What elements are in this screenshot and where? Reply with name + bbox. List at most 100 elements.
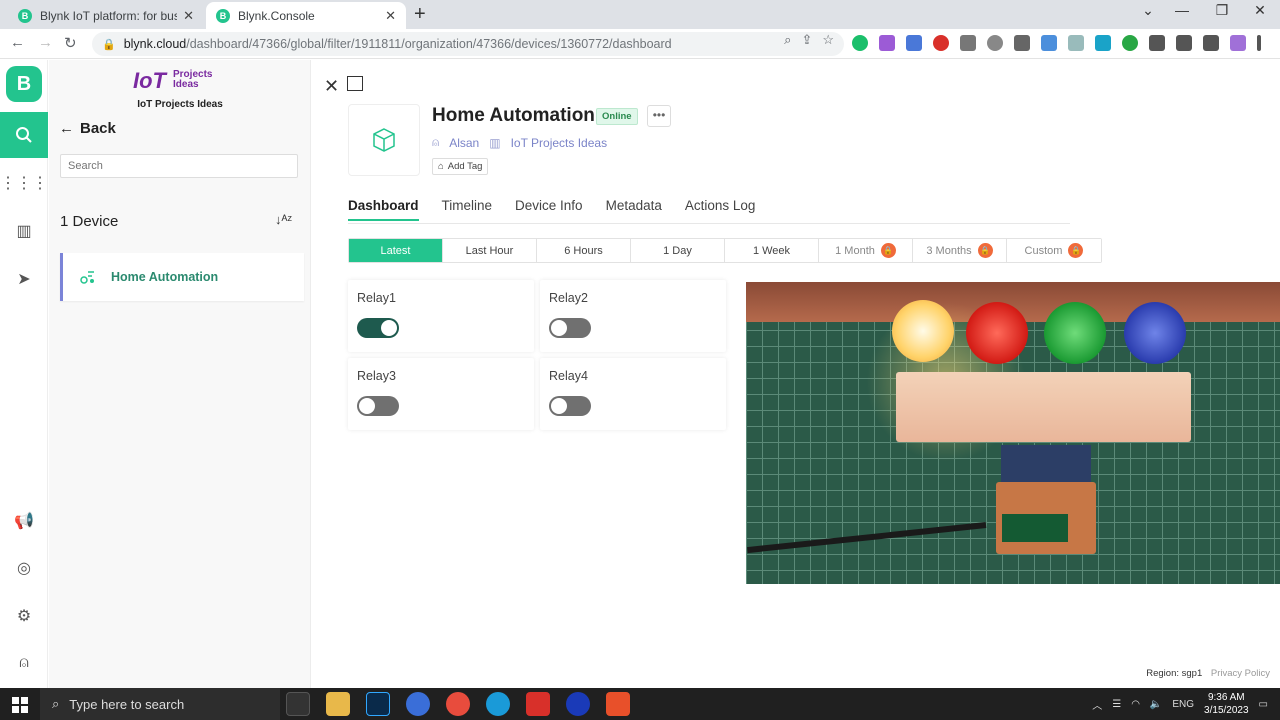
- edge-icon[interactable]: [486, 692, 510, 716]
- clock[interactable]: 9:36 AM 3/15/2023: [1204, 691, 1249, 717]
- back-button[interactable]: ← Back: [59, 120, 116, 137]
- globe-extension-icon[interactable]: [987, 35, 1003, 51]
- reload-icon[interactable]: ↻: [64, 34, 77, 52]
- send-icon[interactable]: ➤: [0, 269, 48, 289]
- share-icon[interactable]: ⇪: [801, 32, 812, 48]
- wifi-icon[interactable]: ◠: [1131, 699, 1140, 710]
- filezilla-icon[interactable]: [526, 692, 550, 716]
- extension-icon[interactable]: [960, 35, 976, 51]
- range-1-week[interactable]: 1 Week: [725, 239, 819, 262]
- chrome-icon[interactable]: [446, 692, 470, 716]
- tab-timeline[interactable]: Timeline: [442, 198, 493, 221]
- privacy-policy-link[interactable]: Privacy Policy: [1211, 668, 1270, 679]
- search-icon: ⌕: [52, 696, 60, 711]
- range-label: 1 Day: [663, 244, 692, 257]
- device-organization[interactable]: IoT Projects Ideas: [511, 136, 608, 150]
- chevron-up-icon[interactable]: ︿: [1092, 697, 1102, 712]
- url-host: blynk.cloud: [123, 37, 187, 51]
- switch-knob: [359, 398, 375, 414]
- file-explorer-icon[interactable]: [326, 692, 350, 716]
- maximize-icon[interactable]: ❐: [1202, 2, 1242, 19]
- download-icon[interactable]: [1176, 35, 1192, 51]
- bookmark-star-icon[interactable]: ☆: [822, 32, 834, 48]
- forward-arrow-icon[interactable]: →: [38, 34, 53, 51]
- device-meta: ⍝ Alsan ▥ IoT Projects Ideas: [432, 135, 607, 150]
- range-1-day[interactable]: 1 Day: [631, 239, 725, 262]
- screen-extension-icon[interactable]: [1014, 35, 1030, 51]
- device-dashboard: ✕ Home Automation Online ••• ⍝ Alsan ▥ I…: [312, 60, 1280, 688]
- search-nav-button[interactable]: [0, 112, 48, 158]
- browser-menu-icon[interactable]: [1257, 35, 1261, 51]
- relay3-switch[interactable]: [357, 396, 399, 416]
- sparkle-extension-icon[interactable]: [1230, 35, 1246, 51]
- megaphone-icon[interactable]: 📢: [0, 511, 48, 531]
- whatsapp-extension-icon[interactable]: [1122, 35, 1138, 51]
- new-tab-icon[interactable]: +: [414, 3, 426, 26]
- device-owner[interactable]: Alsan: [449, 136, 479, 150]
- range-custom[interactable]: Custom 🔒: [1007, 239, 1101, 262]
- translate-extension-icon[interactable]: [906, 35, 922, 51]
- range-label: 1 Month: [835, 244, 875, 257]
- lock-icon: 🔒: [880, 243, 896, 258]
- close-window-icon[interactable]: ✕: [1240, 2, 1280, 19]
- device-search-input[interactable]: [60, 154, 298, 178]
- user-profile-icon[interactable]: ⍝: [0, 654, 48, 672]
- range-6-hours[interactable]: 6 Hours: [537, 239, 631, 262]
- volume-icon[interactable]: 🔈: [1150, 699, 1162, 710]
- taskbar-apps: [286, 692, 630, 716]
- zoom-icon[interactable]: ⌕: [784, 32, 791, 48]
- language-indicator[interactable]: ENG: [1172, 699, 1194, 710]
- range-1-month[interactable]: 1 Month 🔒: [819, 239, 913, 262]
- range-latest[interactable]: Latest: [349, 239, 443, 262]
- taskbar-search[interactable]: ⌕ Type here to search: [40, 688, 280, 720]
- camtasia-icon[interactable]: [606, 692, 630, 716]
- tab-device-info[interactable]: Device Info: [515, 198, 583, 221]
- expand-icon[interactable]: [347, 76, 363, 91]
- blynk-logo-icon[interactable]: B: [6, 66, 42, 102]
- task-view-icon[interactable]: [286, 692, 310, 716]
- pen-extension-icon[interactable]: [879, 35, 895, 51]
- browser-tab-blynk-platform[interactable]: B Blynk IoT platform: for businesses ✕: [8, 2, 204, 29]
- switch-knob: [551, 320, 567, 336]
- windows-start-icon[interactable]: [12, 697, 28, 713]
- close-tab-icon[interactable]: ✕: [385, 8, 396, 24]
- adblock-extension-icon[interactable]: [933, 35, 949, 51]
- copy-extension-icon[interactable]: [1095, 35, 1111, 51]
- address-bar[interactable]: 🔒 blynk.cloud/dashboard/47366/global/fil…: [92, 32, 844, 56]
- sort-icon[interactable]: ↓ᴬᶻ: [275, 212, 292, 227]
- building-icon[interactable]: ▥: [0, 221, 48, 241]
- tab-metadata[interactable]: Metadata: [606, 198, 662, 221]
- range-last-hour[interactable]: Last Hour: [443, 239, 537, 262]
- back-arrow-icon[interactable]: ←: [10, 34, 25, 51]
- settings-gear-icon[interactable]: ⚙: [0, 606, 48, 626]
- grammarly-extension-icon[interactable]: [852, 35, 868, 51]
- more-options-button[interactable]: •••: [647, 105, 671, 127]
- minimize-icon[interactable]: —: [1162, 2, 1202, 18]
- check-extension-icon[interactable]: [1068, 35, 1084, 51]
- relay2-switch[interactable]: [549, 318, 591, 338]
- puzzle-extensions-icon[interactable]: [1149, 35, 1165, 51]
- vpn-icon[interactable]: [566, 692, 590, 716]
- close-tab-icon[interactable]: ✕: [183, 8, 194, 24]
- app-icon[interactable]: [406, 692, 430, 716]
- add-tag-button[interactable]: ⌂ Add Tag: [432, 158, 489, 175]
- network-icon[interactable]: ☰: [1112, 699, 1121, 710]
- widget-label: Relay4: [549, 369, 588, 383]
- close-icon[interactable]: ✕: [324, 76, 339, 97]
- white-bulb: [892, 300, 954, 362]
- relay1-switch[interactable]: [357, 318, 399, 338]
- device-list-item[interactable]: Home Automation: [60, 253, 304, 301]
- side-panel-icon[interactable]: [1203, 35, 1219, 51]
- org-logo-subtext: Projects Ideas: [173, 70, 212, 90]
- notifications-icon[interactable]: ▭: [1259, 699, 1268, 710]
- range-3-months[interactable]: 3 Months 🔒: [913, 239, 1007, 262]
- relay4-switch[interactable]: [549, 396, 591, 416]
- tab-dashboard[interactable]: Dashboard: [348, 198, 419, 221]
- tab-title: Blynk IoT platform: for businesses: [40, 8, 178, 23]
- tab-actions-log[interactable]: Actions Log: [685, 198, 756, 221]
- photoshop-icon[interactable]: [366, 692, 390, 716]
- list-extension-icon[interactable]: [1041, 35, 1057, 51]
- help-lifebuoy-icon[interactable]: ◎: [0, 558, 48, 578]
- apps-grid-icon[interactable]: ⋮⋮⋮: [0, 173, 48, 193]
- browser-tab-blynk-console[interactable]: B Blynk.Console ✕: [206, 2, 406, 29]
